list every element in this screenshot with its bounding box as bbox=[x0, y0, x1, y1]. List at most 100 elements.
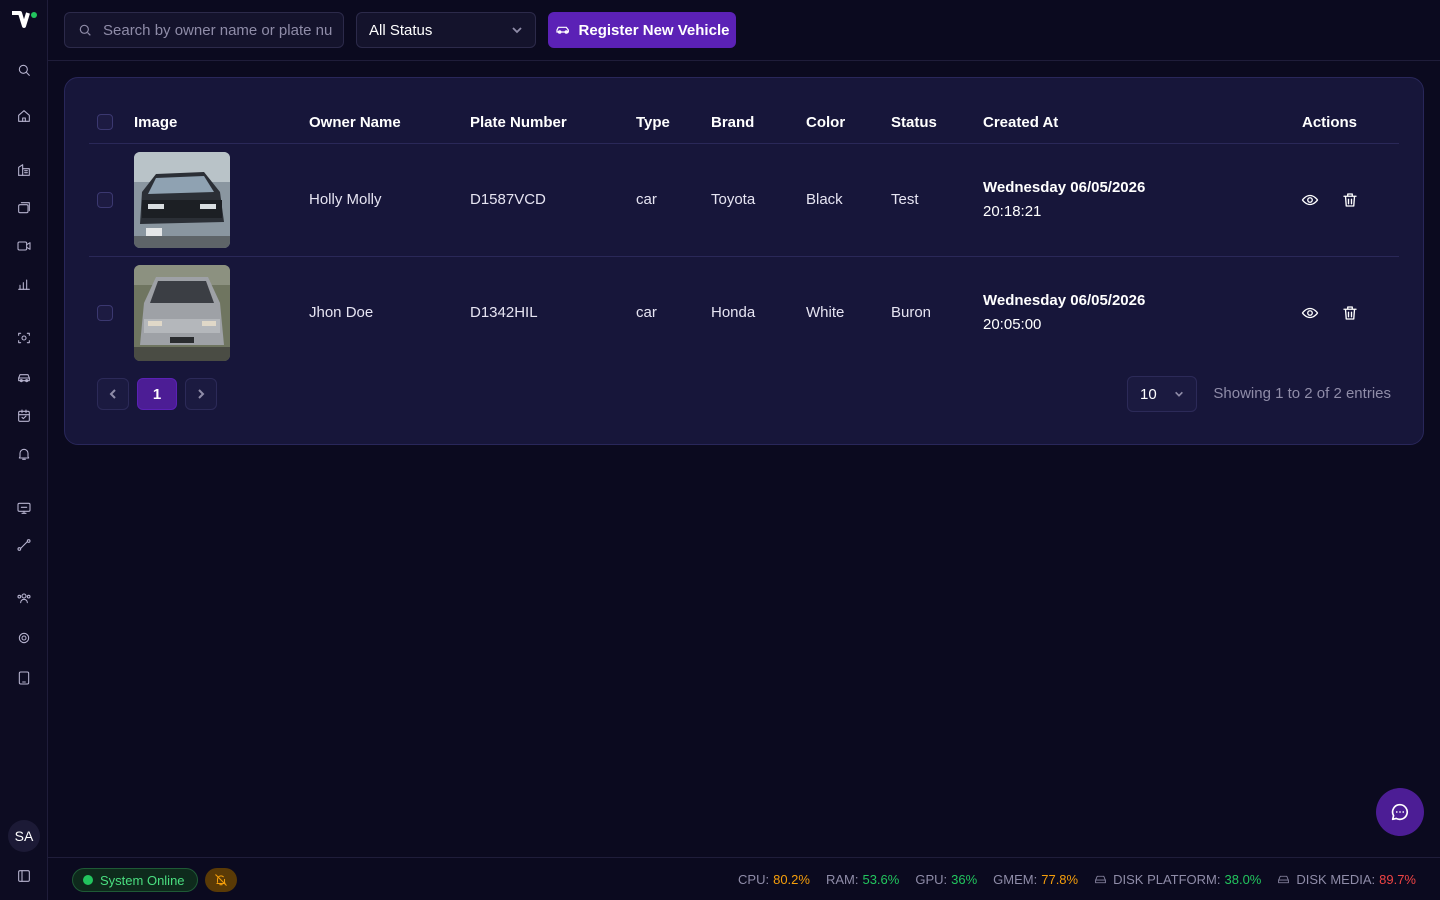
sidebar-toggle-icon[interactable] bbox=[14, 866, 34, 886]
metric-gpu: GPU: 36% bbox=[915, 872, 977, 887]
register-button-label: Register New Vehicle bbox=[578, 21, 730, 39]
hard-drive-icon bbox=[1095, 875, 1106, 884]
column-header-owner-name[interactable]: Owner Name bbox=[309, 102, 470, 144]
vehicle-thumbnail[interactable] bbox=[134, 264, 230, 361]
column-header-actions: Actions bbox=[1239, 102, 1399, 144]
chat-bubble-icon bbox=[1391, 803, 1409, 821]
prev-page-button[interactable] bbox=[97, 378, 129, 410]
metric-ram: RAM: 53.6% bbox=[826, 872, 899, 887]
sidebar: SA bbox=[0, 0, 48, 900]
metric-label: CPU: bbox=[738, 872, 770, 887]
column-header-image: Image bbox=[134, 102, 309, 144]
metric-value: 80.2% bbox=[773, 872, 810, 887]
user-avatar[interactable]: SA bbox=[8, 820, 40, 852]
home-icon[interactable] bbox=[14, 106, 34, 126]
metric-value: 77.8% bbox=[1041, 872, 1079, 887]
column-header-type[interactable]: Type bbox=[636, 102, 711, 144]
video-camera-icon[interactable] bbox=[14, 236, 34, 256]
created-time: 20:18:21 bbox=[983, 202, 1042, 220]
row-checkbox[interactable] bbox=[97, 191, 113, 208]
register-new-vehicle-button[interactable]: Register New Vehicle bbox=[548, 12, 736, 48]
tablet-icon[interactable] bbox=[14, 668, 34, 688]
owner-name-cell: Holly Molly bbox=[309, 143, 470, 257]
chevron-down-icon bbox=[1175, 391, 1183, 397]
column-header-created-at[interactable]: Created At bbox=[983, 102, 1239, 144]
type-cell: car bbox=[636, 304, 657, 322]
vehicles-table-card: Image Owner Name Plate Number Type Brand… bbox=[64, 77, 1424, 445]
users-icon[interactable] bbox=[14, 588, 34, 608]
showing-entries-text: Showing 1 to 2 of 2 entries bbox=[1213, 385, 1391, 402]
status-cell: Buron bbox=[891, 304, 932, 322]
bar-chart-icon[interactable] bbox=[14, 274, 34, 294]
face-scan-icon[interactable] bbox=[14, 328, 34, 348]
metric-value: 36% bbox=[951, 872, 978, 887]
chevron-right-icon bbox=[198, 389, 205, 399]
monitor-icon[interactable] bbox=[14, 498, 34, 518]
brand-cell: Honda bbox=[711, 304, 756, 322]
table-header-row: Image Owner Name Plate Number Type Brand… bbox=[89, 102, 1399, 144]
metric-value: 53.6% bbox=[862, 872, 900, 887]
building-icon[interactable] bbox=[14, 160, 34, 180]
calendar-icon[interactable] bbox=[14, 406, 34, 426]
metric-label: DISK MEDIA: bbox=[1296, 872, 1376, 887]
vehicles-table: Image Owner Name Plate Number Type Brand… bbox=[89, 102, 1399, 369]
view-eye-icon[interactable] bbox=[1301, 304, 1319, 322]
metric-disk-media: DISK MEDIA: 89.7% bbox=[1277, 872, 1416, 887]
column-header-plate-number[interactable]: Plate Number bbox=[470, 102, 636, 144]
bell-icon[interactable] bbox=[14, 444, 34, 464]
car-icon[interactable] bbox=[14, 368, 34, 388]
chevron-left-icon bbox=[109, 389, 116, 399]
column-header-brand[interactable]: Brand bbox=[711, 102, 806, 144]
next-page-button[interactable] bbox=[185, 378, 217, 410]
view-eye-icon[interactable] bbox=[1301, 191, 1319, 209]
search-input[interactable] bbox=[103, 21, 333, 39]
metric-cpu: CPU: 80.2% bbox=[738, 872, 810, 887]
app-logo[interactable] bbox=[10, 10, 38, 36]
page-1-button[interactable]: 1 bbox=[137, 378, 177, 410]
column-header-status[interactable]: Status bbox=[891, 102, 983, 144]
select-all-cell bbox=[89, 102, 134, 144]
notifications-muted-button[interactable] bbox=[205, 868, 237, 892]
row-checkbox[interactable] bbox=[97, 304, 113, 321]
hard-drive-icon bbox=[1278, 875, 1290, 884]
chat-button[interactable] bbox=[1376, 788, 1424, 836]
pagination: 1 bbox=[97, 378, 217, 410]
vehicle-thumbnail[interactable] bbox=[134, 151, 230, 248]
table-row: Jhon Doe D1342HIL car Honda White Buron … bbox=[89, 256, 1399, 369]
actions-cell bbox=[1239, 143, 1399, 257]
metric-label: GPU: bbox=[915, 872, 948, 887]
status-filter-value: All Status bbox=[369, 21, 433, 39]
column-header-color[interactable]: Color bbox=[806, 102, 891, 144]
delete-trash-icon[interactable] bbox=[1341, 304, 1359, 322]
metric-label: RAM: bbox=[825, 872, 859, 887]
created-date: Wednesday 06/05/2026 bbox=[983, 291, 1146, 309]
search-icon[interactable] bbox=[14, 60, 34, 80]
search-box[interactable] bbox=[64, 12, 344, 48]
settings-icon[interactable] bbox=[14, 628, 34, 648]
color-cell: White bbox=[806, 304, 845, 322]
vehicle-image-cell bbox=[134, 256, 309, 369]
status-filter-select[interactable]: All Status bbox=[356, 12, 536, 48]
brand-cell: Toyota bbox=[711, 143, 806, 257]
owner-name-cell: Jhon Doe bbox=[309, 304, 374, 322]
row-select-cell bbox=[89, 256, 134, 369]
route-icon[interactable] bbox=[14, 535, 34, 555]
metric-value: 89.7% bbox=[1379, 872, 1416, 887]
top-bar: All Status Register New Vehicle bbox=[48, 0, 1440, 61]
metric-gmem: GMEM: 77.8% bbox=[993, 872, 1078, 887]
plate-number-cell: D1587VCD bbox=[470, 143, 636, 257]
plate-number-cell: D1342HIL bbox=[470, 304, 538, 322]
table-row: Holly Molly D1587VCD car Toyota Black Te… bbox=[89, 143, 1399, 257]
select-all-checkbox[interactable] bbox=[97, 114, 113, 131]
per-page-select[interactable]: 10 bbox=[1127, 376, 1197, 412]
delete-trash-icon[interactable] bbox=[1341, 191, 1359, 209]
per-page-value: 10 bbox=[1140, 385, 1157, 403]
layers-icon[interactable] bbox=[14, 198, 34, 218]
status-bar: System Online CPU: 80.2% RAM: 53.6% GPU:… bbox=[48, 857, 1440, 900]
created-time: 20:05:00 bbox=[983, 315, 1042, 333]
system-online-label: System Online bbox=[100, 872, 185, 888]
system-metrics: CPU: 80.2% RAM: 53.6% GPU: 36% GMEM: 77.… bbox=[738, 872, 1416, 887]
created-at-cell: Wednesday 06/05/2026 20:05:00 bbox=[983, 256, 1239, 369]
vehicle-image-cell bbox=[134, 143, 309, 257]
type-cell: car bbox=[636, 143, 711, 257]
